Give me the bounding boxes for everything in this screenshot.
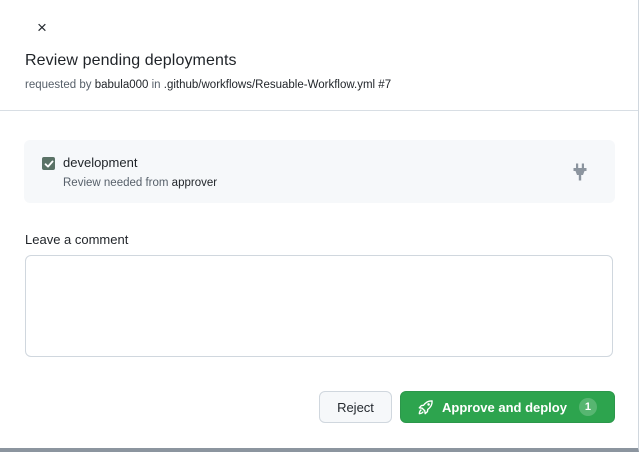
workflow-path: .github/workflows/Resuable-Workflow.yml …: [163, 79, 392, 91]
review-prefix: Review needed from: [63, 177, 172, 189]
dialog-title: Review pending deployments: [25, 52, 237, 69]
close-button[interactable]: ×: [32, 18, 52, 38]
close-icon: ×: [37, 18, 47, 37]
subtitle-middle: in: [148, 79, 164, 91]
approve-label: Approve and deploy: [442, 399, 567, 415]
checkmark-icon: [44, 160, 53, 167]
subtitle-prefix: requested by: [25, 79, 95, 91]
plug-icon: [573, 163, 587, 181]
header-divider: [0, 110, 638, 111]
approve-count-badge: 1: [578, 398, 597, 416]
environment-review-needed: Review needed from approver: [63, 177, 217, 189]
dialog-subtitle: requested by babula000 in .github/workfl…: [25, 79, 391, 91]
rocket-icon: [418, 399, 433, 414]
comment-label: Leave a comment: [25, 232, 129, 247]
reviewer-name: approver: [171, 177, 218, 189]
requester-name: babula000: [94, 79, 149, 91]
review-deployments-dialog: × Review pending deployments requested b…: [0, 0, 639, 452]
environment-name: development: [63, 155, 138, 170]
reject-button[interactable]: Reject: [319, 391, 392, 423]
environment-item: development Review needed from approver: [24, 140, 615, 203]
comment-textarea[interactable]: [25, 255, 613, 357]
approve-and-deploy-button[interactable]: Approve and deploy 1: [400, 391, 615, 423]
environment-checkbox[interactable]: [42, 157, 55, 170]
